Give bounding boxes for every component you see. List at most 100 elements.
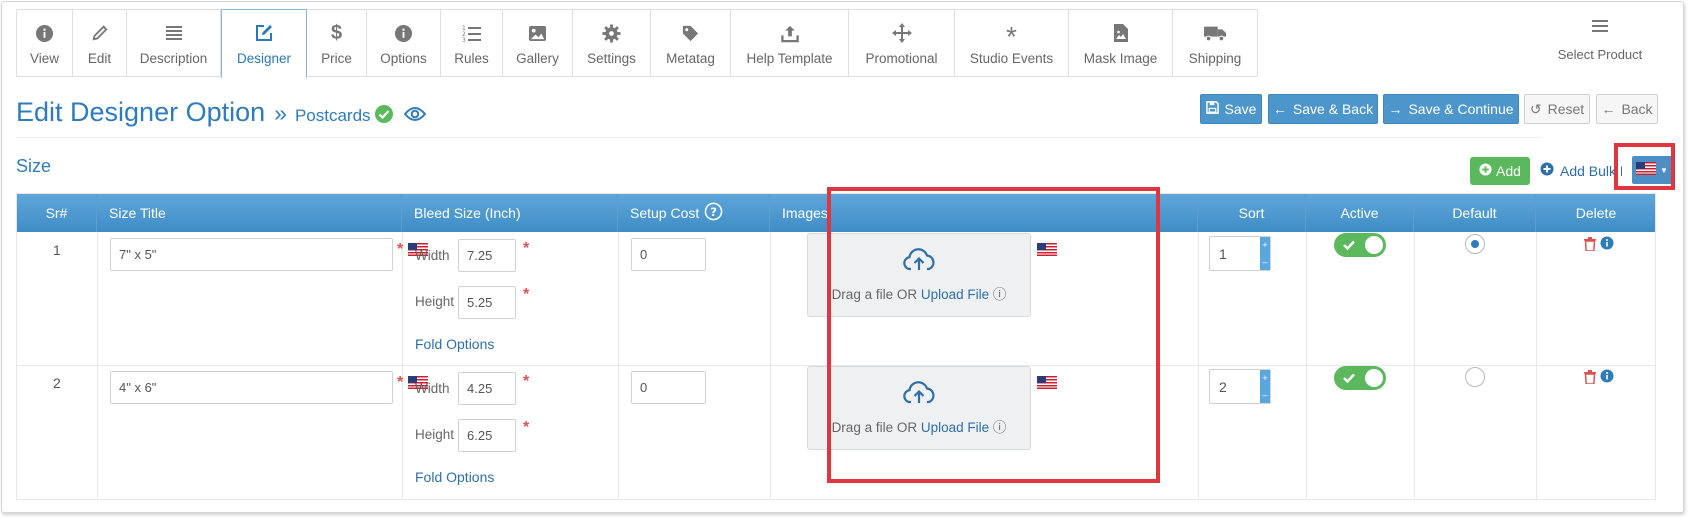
height-label: Height (415, 294, 455, 309)
file-image-icon (1110, 22, 1132, 44)
info-icon[interactable] (1600, 369, 1614, 386)
tab-label: Mask Image (1083, 51, 1158, 66)
height-input[interactable]: 6.25 (458, 419, 516, 452)
header-default: Default (1414, 194, 1536, 232)
back-button[interactable]: ← Back (1596, 94, 1658, 124)
edit-square-icon (253, 22, 275, 44)
pencil-icon (89, 22, 111, 44)
sort-stepper[interactable]: 1 + – (1209, 236, 1271, 271)
save-button[interactable]: Save (1200, 94, 1262, 124)
tab-label: Metatag (666, 51, 715, 66)
tab-options[interactable]: Options (367, 10, 441, 76)
header-sort: Sort (1198, 194, 1306, 232)
header-setup-cost: Setup Cost ? (618, 194, 770, 232)
save-label: Save (1224, 101, 1257, 117)
title-icons (374, 104, 427, 127)
add-label: Add (1496, 163, 1521, 179)
move-arrows-icon (891, 22, 913, 44)
tab-rules[interactable]: 123 Rules (441, 10, 503, 76)
check-icon (1342, 238, 1356, 255)
fold-options-link[interactable]: Fold Options (415, 336, 494, 352)
tab-settings[interactable]: Settings (573, 10, 651, 76)
tab-label: Settings (587, 51, 636, 66)
row-number: 1 (53, 242, 61, 258)
stepper-controls[interactable]: + – (1260, 370, 1270, 403)
sort-stepper[interactable]: 2 + – (1209, 369, 1271, 404)
arrow-right-icon: → (1388, 101, 1403, 117)
tab-label: Shipping (1188, 51, 1242, 66)
tab-help-template[interactable]: Help Template (731, 10, 849, 76)
back-label: Back (1621, 101, 1653, 117)
lines-icon (163, 22, 185, 44)
stepper-controls[interactable]: + – (1260, 237, 1270, 270)
add-bulk-data-link[interactable]: Add Bulk Data (1540, 162, 1622, 179)
select-product-label: Select Product (1557, 47, 1643, 62)
size-title-input[interactable]: 7" x 5" (110, 238, 393, 271)
tab-promotional[interactable]: Promotional (849, 10, 955, 76)
truck-icon (1204, 22, 1226, 44)
sort-value: 1 (1219, 246, 1227, 262)
width-label: Width (415, 381, 450, 396)
width-input[interactable]: 4.25 (458, 372, 516, 405)
tab-strip: View Edit Description Designer $ Price O… (16, 9, 1258, 79)
help-icon[interactable]: ? (704, 202, 723, 224)
info-icon[interactable] (1600, 236, 1614, 253)
save-back-button[interactable]: ← Save & Back (1268, 94, 1378, 124)
tab-description[interactable]: Description (127, 10, 221, 76)
tab-label: Options (380, 51, 427, 66)
select-product-button[interactable]: Select Product (1540, 18, 1660, 62)
default-radio[interactable] (1465, 367, 1485, 387)
tab-metatag[interactable]: Metatag (651, 10, 731, 76)
asterisk-icon: * (1006, 21, 1017, 52)
width-label: Width (415, 248, 450, 263)
tab-label: Price (321, 51, 352, 66)
required-asterisk: * (523, 373, 530, 390)
tab-edit[interactable]: Edit (73, 10, 127, 76)
plus-circle-icon (1479, 163, 1492, 179)
tab-price[interactable]: $ Price (307, 10, 367, 76)
section-title: Size (16, 156, 52, 176)
required-asterisk: * (523, 419, 530, 436)
default-radio[interactable] (1465, 234, 1485, 254)
setup-cost-input[interactable]: 0 (631, 238, 706, 271)
tag-icon (680, 22, 702, 44)
active-toggle[interactable] (1334, 366, 1386, 390)
tab-studio-events[interactable]: * Studio Events (955, 10, 1069, 76)
required-asterisk: * (397, 241, 404, 258)
fold-options-link[interactable]: Fold Options (415, 469, 494, 485)
tab-label: Edit (87, 51, 112, 66)
setup-cost-input[interactable]: 0 (631, 371, 706, 404)
page-title: Edit Designer Option » Postcards (16, 97, 371, 128)
add-button[interactable]: Add (1470, 157, 1530, 185)
numbered-list-icon: 123 (461, 22, 483, 44)
eye-icon[interactable] (403, 106, 427, 125)
undo-icon: ↺ (1529, 100, 1542, 117)
active-toggle[interactable] (1334, 233, 1386, 257)
reset-label: Reset (1547, 101, 1585, 117)
header-delete: Delete (1575, 205, 1617, 221)
tab-label: Designer (236, 51, 292, 66)
header-bleed-size: Bleed Size (Inch) (402, 194, 618, 232)
size-title-input[interactable]: 4" x 6" (110, 371, 393, 404)
width-input[interactable]: 7.25 (458, 239, 516, 272)
gear-icon (601, 22, 623, 44)
tab-gallery[interactable]: Gallery (503, 10, 573, 76)
tab-designer[interactable]: Designer (221, 9, 307, 79)
trash-icon[interactable] (1584, 370, 1596, 387)
height-input[interactable]: 5.25 (458, 286, 516, 319)
info-icon (34, 22, 56, 44)
trash-icon[interactable] (1584, 237, 1596, 254)
save-continue-button[interactable]: → Save & Continue (1383, 94, 1519, 124)
reset-button[interactable]: ↺ Reset (1524, 94, 1590, 124)
tab-label: Studio Events (969, 51, 1054, 66)
page-title-text: Edit Designer Option (16, 97, 266, 127)
tab-shipping[interactable]: Shipping (1173, 10, 1257, 76)
svg-text:3: 3 (462, 37, 466, 42)
tab-view[interactable]: View (17, 10, 73, 76)
check-circle-icon (374, 104, 394, 127)
tab-mask-image[interactable]: Mask Image (1069, 10, 1173, 76)
required-asterisk: * (523, 286, 530, 303)
upload-icon (779, 22, 801, 44)
save-back-label: Save & Back (1292, 101, 1374, 117)
header-sr: Sr# (17, 194, 97, 232)
